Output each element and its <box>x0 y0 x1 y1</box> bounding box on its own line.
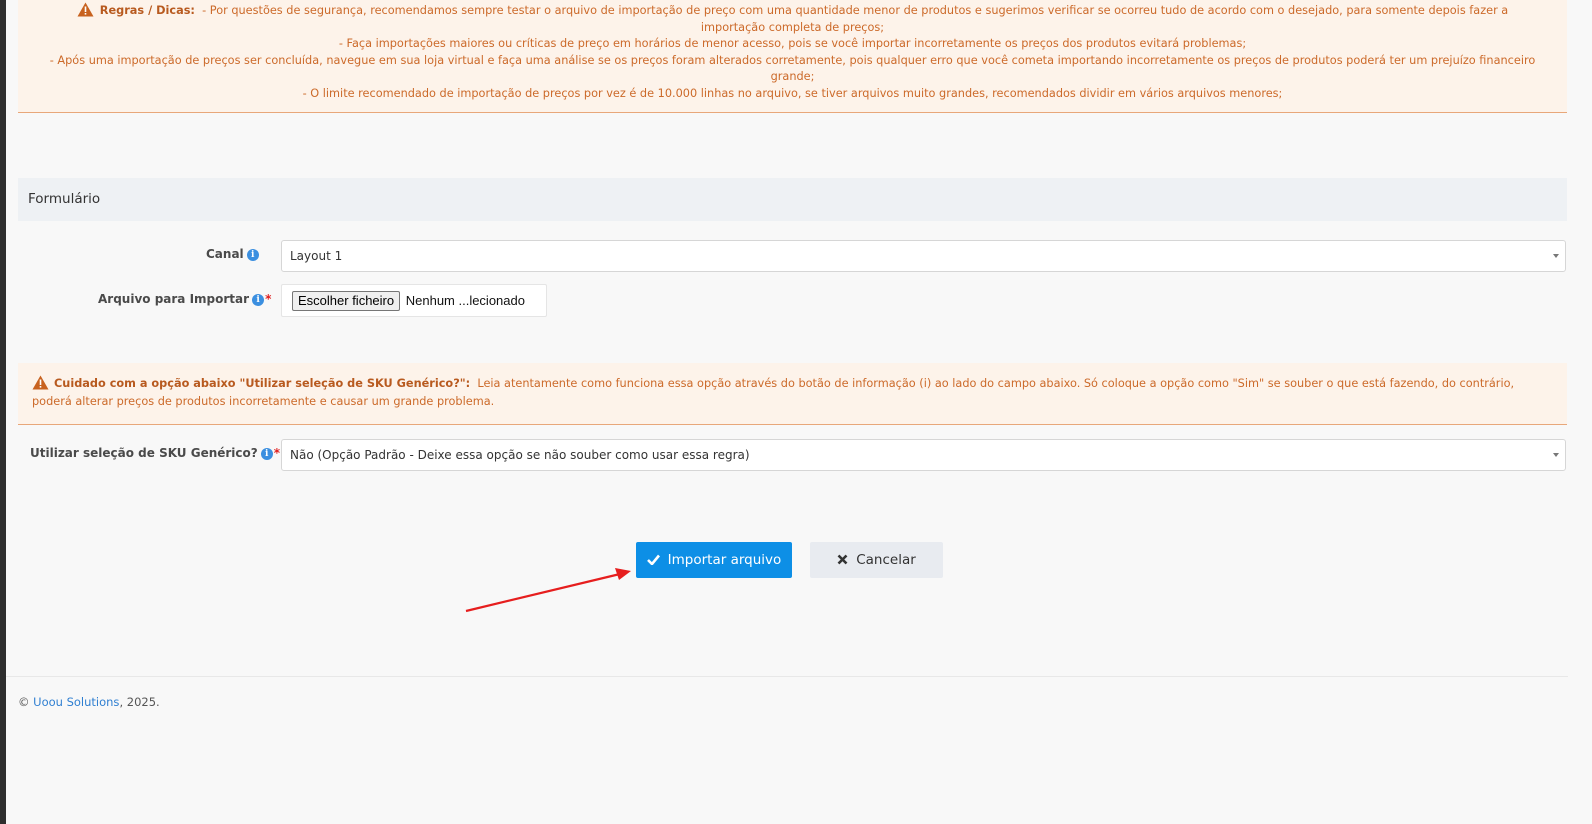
import-button-label: Importar arquivo <box>667 552 782 568</box>
sku-label: Utilizar seleção de SKU Genérico? i * <box>30 446 280 460</box>
section-header: Formulário <box>18 178 1567 221</box>
warning-icon <box>32 375 49 390</box>
rules-line-1: Regras / Dicas: - Por questões de segura… <box>48 2 1537 36</box>
copyright-symbol: © <box>18 695 30 709</box>
canal-label: Canal i <box>206 247 259 261</box>
sku-caution-alert: Cuidado com a opção abaixo "Utilizar sel… <box>18 363 1567 425</box>
caution-title: Cuidado com a opção abaixo "Utilizar sel… <box>54 377 471 390</box>
rules-alert: Regras / Dicas: - Por questões de segura… <box>18 0 1567 113</box>
info-icon[interactable]: i <box>246 249 259 261</box>
left-window-edge <box>0 0 6 824</box>
footer-divider <box>6 676 1568 677</box>
arquivo-label-text: Arquivo para Importar <box>98 292 250 306</box>
rules-text-3: - Após uma importação de preços ser conc… <box>49 53 1536 84</box>
choose-file-button[interactable]: Escolher ficheiro <box>292 291 401 311</box>
info-icon[interactable]: i <box>260 448 273 460</box>
x-icon <box>837 554 848 565</box>
cancel-button[interactable]: Cancelar <box>810 542 943 578</box>
canal-select[interactable]: Layout 1 <box>281 240 1566 272</box>
canal-select-value: Layout 1 <box>290 249 343 263</box>
chevron-down-icon <box>1553 254 1559 258</box>
chevron-down-icon <box>1553 453 1559 457</box>
file-status: Nenhum ...lecionado <box>405 293 525 308</box>
required-mark: * <box>273 446 281 460</box>
arquivo-label: Arquivo para Importar i * <box>98 292 271 306</box>
required-mark: * <box>265 292 272 306</box>
section-title: Formulário <box>28 191 101 207</box>
info-icon[interactable]: i <box>252 294 265 306</box>
company-link[interactable]: Uoou Solutions <box>33 695 119 709</box>
rules-text-2: - Faça importações maiores ou críticas d… <box>338 37 1247 50</box>
import-button[interactable]: Importar arquivo <box>636 542 792 578</box>
rules-text-4: - O limite recomendado de importação de … <box>302 86 1283 100</box>
sku-select-value: Não (Opção Padrão - Deixe essa opção se … <box>290 448 750 462</box>
canal-label-text: Canal <box>206 247 244 261</box>
rules-title: Regras / Dicas: <box>99 4 195 17</box>
footer: © Uoou Solutions, 2025. <box>18 695 160 709</box>
rules-text-1: - Por questões de segurança, recomendamo… <box>202 4 1509 34</box>
cancel-button-label: Cancelar <box>856 552 916 568</box>
check-icon <box>646 554 660 565</box>
sku-label-text: Utilizar seleção de SKU Genérico? <box>30 446 258 460</box>
annotation-arrow <box>465 568 631 613</box>
file-input[interactable]: Escolher ficheiro Nenhum ...lecionado <box>281 284 547 317</box>
sku-select[interactable]: Não (Opção Padrão - Deixe essa opção se … <box>281 439 1566 471</box>
footer-year: , 2025. <box>119 695 160 709</box>
warning-icon <box>77 2 94 17</box>
